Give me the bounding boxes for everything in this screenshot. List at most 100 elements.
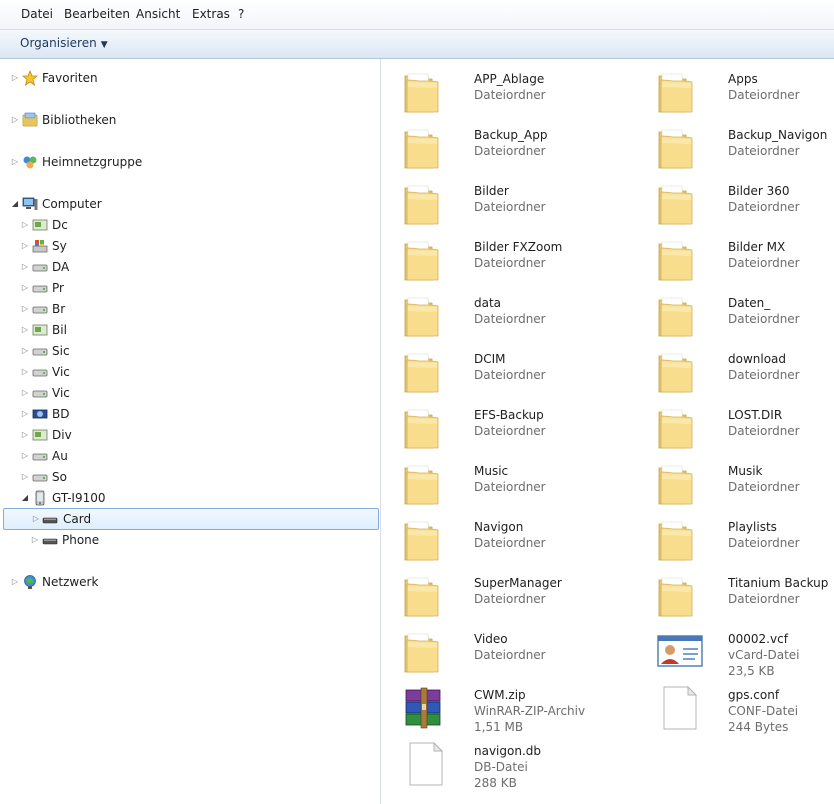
nav-card[interactable]: ▷ Card: [3, 508, 379, 530]
folder-item[interactable]: Bilder 360 Dateiordner: [656, 178, 834, 230]
file-item[interactable]: 00002.vcf vCard-Datei 23,5 KB: [656, 626, 834, 678]
expand-arrow-icon[interactable]: ▷: [30, 530, 40, 550]
nav-label: Dc: [52, 218, 68, 232]
nav-network[interactable]: ▷ Netzwerk: [10, 572, 370, 592]
nav-label: Au: [52, 449, 68, 463]
expand-arrow-icon[interactable]: ▷: [20, 320, 30, 340]
collapse-arrow-icon[interactable]: ◢: [10, 194, 20, 214]
nav-drive-3[interactable]: ▷ Pr: [20, 278, 370, 298]
menu-extras[interactable]: Extras: [192, 7, 230, 21]
folder-item[interactable]: Bilder Dateiordner: [402, 178, 602, 230]
item-type: Dateiordner: [728, 256, 800, 270]
storage-drive-icon: [42, 517, 58, 524]
library-icon: [22, 112, 38, 127]
folder-item[interactable]: Video Dateiordner: [402, 626, 602, 678]
nav-computer[interactable]: ◢ Computer: [10, 194, 370, 214]
expand-arrow-icon[interactable]: ▷: [20, 215, 30, 235]
folder-icon: [658, 185, 693, 225]
expand-arrow-icon[interactable]: ▷: [10, 152, 20, 172]
nav-drive-2[interactable]: ▷ DA: [20, 257, 370, 277]
content-pane[interactable]: APP_Ablage Dateiordner Apps Dateiordner Back…: [381, 59, 834, 804]
item-name: 00002.vcf: [728, 632, 788, 646]
nav-label: Favoriten: [42, 71, 98, 85]
item-type: Dateiordner: [728, 312, 800, 326]
nav-libraries[interactable]: ▷ Bibliotheken: [10, 110, 370, 130]
folder-item[interactable]: Apps Dateiordner: [656, 66, 834, 118]
expand-arrow-icon[interactable]: ▷: [20, 257, 30, 277]
expand-arrow-icon[interactable]: ▷: [10, 572, 20, 592]
item-type: Dateiordner: [728, 592, 800, 606]
folder-item[interactable]: Playlists Dateiordner: [656, 514, 834, 566]
expand-arrow-icon[interactable]: ▷: [20, 341, 30, 361]
folder-item[interactable]: Bilder FXZoom Dateiordner: [402, 234, 602, 286]
expand-arrow-icon[interactable]: ▷: [20, 404, 30, 424]
menu-bearbeiten[interactable]: Bearbeiten: [64, 7, 130, 21]
folder-item[interactable]: LOST.DIR Dateiordner: [656, 402, 834, 454]
folder-item[interactable]: DCIM Dateiordner: [402, 346, 602, 398]
expand-arrow-icon[interactable]: ▷: [20, 299, 30, 319]
nav-drive-12[interactable]: ▷ So: [20, 467, 370, 487]
folder-item[interactable]: data Dateiordner: [402, 290, 602, 342]
menu-datei[interactable]: Datei: [21, 7, 53, 21]
expand-arrow-icon[interactable]: ▷: [20, 362, 30, 382]
file-item[interactable]: CWM.zip WinRAR-ZIP-Archiv 1,51 MB: [402, 682, 602, 734]
folder-item[interactable]: Musik Dateiordner: [656, 458, 834, 510]
nav-drive-1[interactable]: ▷ Sy: [20, 236, 370, 256]
item-name: Backup_Navigon: [728, 128, 828, 142]
item-name: Navigon: [474, 520, 524, 534]
collapse-arrow-icon[interactable]: ◢: [20, 488, 30, 508]
nav-homegroup[interactable]: ▷ Heimnetzgruppe: [10, 152, 370, 172]
nav-device-gt-i9100[interactable]: ◢ GT-I9100: [20, 488, 370, 508]
organize-button[interactable]: Organisieren ▼: [20, 36, 108, 50]
nav-favorites[interactable]: ▷ Favoriten: [10, 68, 370, 88]
expand-arrow-icon[interactable]: ▷: [20, 467, 30, 487]
drive-icon: [32, 264, 48, 272]
expand-arrow-icon[interactable]: ▷: [20, 278, 30, 298]
folder-icon: [658, 129, 693, 169]
item-name: Apps: [728, 72, 758, 86]
expand-arrow-icon[interactable]: ▷: [20, 236, 30, 256]
nav-drive-5[interactable]: ▷ Bil: [20, 320, 370, 340]
folder-item[interactable]: SuperManager Dateiordner: [402, 570, 602, 622]
item-name: Bilder 360: [728, 184, 790, 198]
nav-drive-10[interactable]: ▷ Div: [20, 425, 370, 445]
expand-arrow-icon[interactable]: ▷: [10, 110, 20, 130]
folder-item[interactable]: APP_Ablage Dateiordner: [402, 66, 602, 118]
item-type: Dateiordner: [474, 480, 546, 494]
nav-label: Sy: [52, 239, 67, 253]
item-name: Daten_: [728, 296, 771, 310]
menu-help[interactable]: ?: [238, 7, 244, 21]
nav-drive-7[interactable]: ▷ Vic: [20, 362, 370, 382]
menu-ansicht[interactable]: Ansicht: [136, 7, 180, 21]
folder-item[interactable]: Daten_ Dateiordner: [656, 290, 834, 342]
expand-arrow-icon[interactable]: ▷: [20, 425, 30, 445]
expand-arrow-icon[interactable]: ▷: [10, 68, 20, 88]
nav-drive-8[interactable]: ▷ Vic: [20, 383, 370, 403]
item-name: gps.conf: [728, 688, 780, 702]
folder-item[interactable]: Bilder MX Dateiordner: [656, 234, 834, 286]
nav-drive-11[interactable]: ▷ Au: [20, 446, 370, 466]
file-item[interactable]: navigon.db DB-Datei 288 KB: [402, 738, 602, 790]
folder-item[interactable]: EFS-Backup Dateiordner: [402, 402, 602, 454]
folder-item[interactable]: Backup_App Dateiordner: [402, 122, 602, 174]
drive-icon: [32, 390, 48, 398]
item-name: Video: [474, 632, 508, 646]
expand-arrow-icon[interactable]: ▷: [20, 383, 30, 403]
nav-drive-6[interactable]: ▷ Sic: [20, 341, 370, 361]
nav-phone[interactable]: ▷ Phone: [30, 530, 370, 550]
navigation-pane[interactable]: ▷ Favoriten ▷ Bibliotheken ▷ Heimnetzgru…: [0, 59, 381, 804]
folder-item[interactable]: Backup_Navigon Dateiordner: [656, 122, 834, 174]
folder-item[interactable]: Music Dateiordner: [402, 458, 602, 510]
nav-drive-0[interactable]: ▷ Dc: [20, 215, 370, 235]
expand-arrow-icon[interactable]: ▷: [20, 446, 30, 466]
folder-icon: [658, 409, 693, 449]
vcard-icon: [657, 635, 703, 667]
expand-arrow-icon[interactable]: ▷: [31, 509, 41, 529]
folder-item[interactable]: Titanium Backup Dateiordner: [656, 570, 834, 622]
nav-drive-9[interactable]: ▷ BD: [20, 404, 370, 424]
file-item[interactable]: gps.conf CONF-Datei 244 Bytes: [656, 682, 834, 734]
folder-item[interactable]: Navigon Dateiordner: [402, 514, 602, 566]
folder-icon: [658, 577, 693, 617]
folder-item[interactable]: download Dateiordner: [656, 346, 834, 398]
nav-drive-4[interactable]: ▷ Br: [20, 299, 370, 319]
